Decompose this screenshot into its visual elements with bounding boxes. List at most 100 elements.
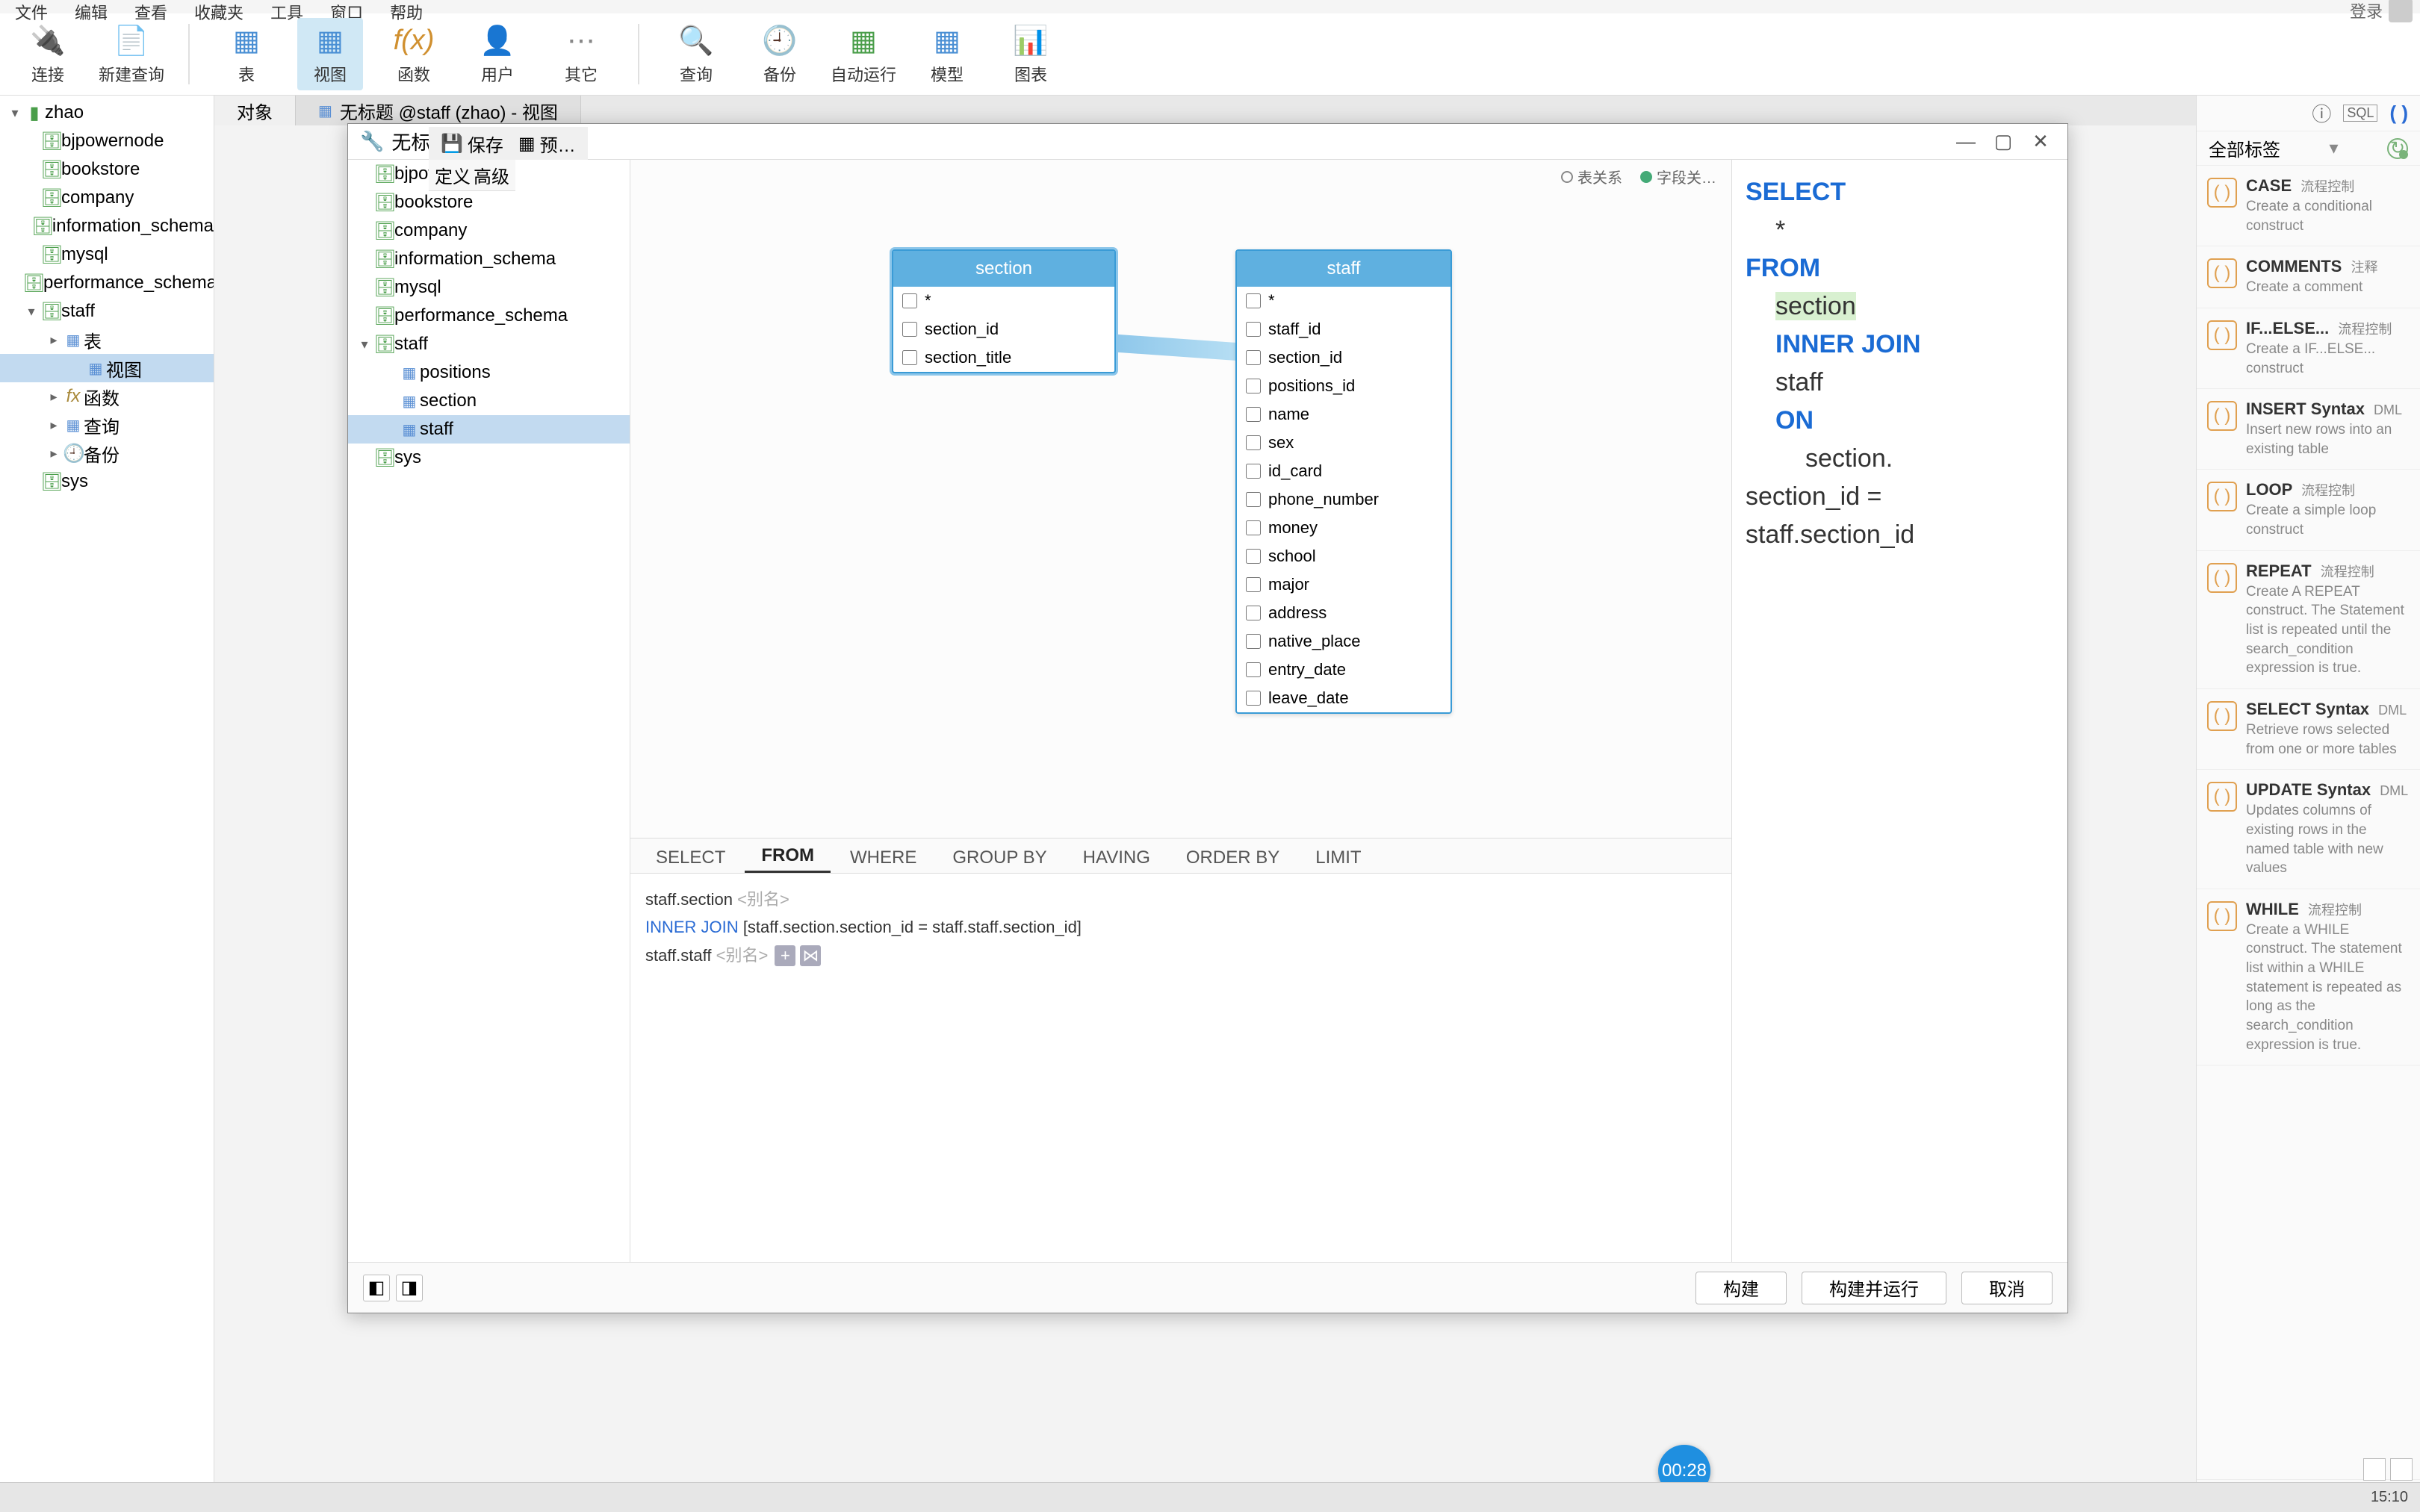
dlg-tree-db[interactable]: 🗄performance_schema [348, 302, 630, 330]
tool-new-query[interactable]: 📄新建查询 [99, 18, 164, 90]
login-area[interactable]: 登录 [2350, 0, 2413, 22]
snippet-item[interactable]: ( )COMMENTS 注释Create a comment [2197, 246, 2420, 308]
tool-view[interactable]: ▦视图 [297, 18, 363, 90]
subtab-definition[interactable]: 定义 [435, 162, 471, 188]
tree-db[interactable]: 🗄company [0, 184, 214, 212]
column-row[interactable]: * [893, 287, 1114, 315]
snippet-item[interactable]: ( )INSERT Syntax DMLInsert new rows into… [2197, 389, 2420, 470]
column-row[interactable]: positions_id [1237, 372, 1451, 400]
minimize-button[interactable]: — [1951, 127, 1981, 157]
column-checkbox[interactable] [1246, 492, 1261, 507]
column-row[interactable]: native_place [1237, 627, 1451, 656]
column-row[interactable]: section_title [893, 343, 1114, 372]
column-row[interactable]: id_card [1237, 457, 1451, 485]
menu-tools[interactable]: 工具 [270, 0, 303, 13]
tree-tables-node[interactable]: ▸▦表 [0, 326, 214, 354]
maximize-button[interactable]: ▢ [1988, 127, 2018, 157]
column-checkbox[interactable] [902, 293, 917, 308]
tree-db[interactable]: 🗄mysql [0, 240, 214, 269]
column-checkbox[interactable] [1246, 634, 1261, 649]
layout-b-button[interactable] [2390, 1458, 2413, 1481]
column-checkbox[interactable] [1246, 464, 1261, 479]
column-checkbox[interactable] [902, 322, 917, 337]
dlg-tree-table[interactable]: ▦positions [348, 358, 630, 387]
tree-functions-node[interactable]: ▸fx函数 [0, 382, 214, 411]
dlg-tree-table[interactable]: ▦section [348, 387, 630, 415]
tool-connection[interactable]: 🔌连接 [15, 18, 81, 90]
column-checkbox[interactable] [1246, 435, 1261, 450]
column-row[interactable]: entry_date [1237, 656, 1451, 684]
column-checkbox[interactable] [1246, 407, 1261, 422]
toggle-right-panel-button[interactable]: ◨ [396, 1275, 423, 1301]
clause-tab-limit[interactable]: LIMIT [1299, 843, 1377, 873]
tool-query[interactable]: 🔍查询 [663, 18, 729, 90]
clause-tab-having[interactable]: HAVING [1067, 843, 1167, 873]
add-snippet-button[interactable]: ↻ [2387, 138, 2408, 159]
menu-file[interactable]: 文件 [15, 0, 48, 13]
column-checkbox[interactable] [1246, 606, 1261, 620]
clause-tab-order-by[interactable]: ORDER BY [1170, 843, 1296, 873]
snippet-item[interactable]: ( )LOOP 流程控制Create a simple loop constru… [2197, 470, 2420, 550]
dlg-tree-db[interactable]: 🗄company [348, 217, 630, 245]
cancel-button[interactable]: 取消 [1961, 1272, 2053, 1304]
tablebox-section[interactable]: section *section_idsection_title [892, 249, 1116, 373]
snippet-item[interactable]: ( )UPDATE Syntax DMLUpdates columns of e… [2197, 770, 2420, 889]
tree-db-sys[interactable]: 🗄sys [0, 467, 214, 496]
save-button[interactable]: 💾保存 [435, 128, 509, 160]
from-clause-editor[interactable]: staff.section <别名> INNER JOIN [staff.sec… [630, 874, 1731, 1262]
tree-db[interactable]: 🗄bookstore [0, 155, 214, 184]
column-checkbox[interactable] [1246, 691, 1261, 706]
tab-untitled-view[interactable]: ▦无标题 @staff (zhao) - 视图 [296, 96, 581, 125]
tree-db[interactable]: 🗄information_schema [0, 212, 214, 240]
sql-icon[interactable]: SQL [2343, 105, 2377, 122]
tool-function[interactable]: f(x)函数 [381, 18, 447, 90]
dlg-tree-db[interactable]: 🗄sys [348, 444, 630, 472]
menu-fav[interactable]: 收藏夹 [194, 0, 243, 13]
toggle-fieldrel[interactable]: 字段关… [1640, 166, 1716, 187]
column-row[interactable]: phone_number [1237, 485, 1451, 514]
tool-model[interactable]: ▦模型 [914, 18, 980, 90]
toggle-left-panel-button[interactable]: ◧ [363, 1275, 390, 1301]
column-row[interactable]: * [1237, 287, 1451, 315]
tablebox-staff[interactable]: staff *staff_idsection_idpositions_idnam… [1235, 249, 1452, 714]
column-row[interactable]: section_id [893, 315, 1114, 343]
tree-db-staff[interactable]: ▾🗄staff [0, 297, 214, 326]
column-row[interactable]: sex [1237, 429, 1451, 457]
snippet-item[interactable]: ( )CASE 流程控制Create a conditional constru… [2197, 166, 2420, 246]
column-checkbox[interactable] [902, 350, 917, 365]
subtab-advanced[interactable]: 高级 [474, 162, 509, 188]
dlg-tree-table[interactable]: ▦staff [348, 415, 630, 444]
dialog-titlebar[interactable]: 🔧 无标题 - 视图创建工具 — ▢ ✕ [348, 124, 2067, 160]
column-checkbox[interactable] [1246, 322, 1261, 337]
column-row[interactable]: leave_date [1237, 684, 1451, 712]
column-row[interactable]: section_id [1237, 343, 1451, 372]
snippets-tag-filter[interactable]: 全部标签 ▾ ↻ [2197, 131, 2420, 166]
dlg-tree-db-staff[interactable]: ▾🗄staff [348, 330, 630, 358]
clause-tab-from[interactable]: FROM [745, 841, 831, 873]
tree-queries-node[interactable]: ▸▦查询 [0, 411, 214, 439]
tool-autorun[interactable]: ▦自动运行 [831, 18, 896, 90]
preview-button[interactable]: ▦预… [512, 128, 582, 160]
tool-backup[interactable]: 🕘备份 [747, 18, 813, 90]
close-button[interactable]: ✕ [2026, 127, 2056, 157]
tab-objects[interactable]: 对象 [214, 96, 296, 125]
column-checkbox[interactable] [1246, 379, 1261, 393]
snippet-item[interactable]: ( )REPEAT 流程控制Create A REPEAT construct.… [2197, 551, 2420, 689]
brackets-icon[interactable]: ( ) [2389, 102, 2408, 125]
tool-user[interactable]: 👤用户 [465, 18, 530, 90]
tool-other[interactable]: ⋯其它 [548, 18, 614, 90]
menu-edit[interactable]: 编辑 [75, 0, 108, 13]
column-row[interactable]: name [1237, 400, 1451, 429]
column-checkbox[interactable] [1246, 549, 1261, 564]
tree-db[interactable]: 🗄bjpowernode [0, 127, 214, 155]
tree-backup-node[interactable]: ▸🕘备份 [0, 439, 214, 467]
join-options-button[interactable]: ⋈ [800, 945, 821, 966]
build-run-button[interactable]: 构建并运行 [1802, 1272, 1946, 1304]
tree-db[interactable]: 🗄performance_schema [0, 269, 214, 297]
toggle-relations[interactable]: 表关系 [1561, 166, 1622, 187]
info-icon[interactable]: ⓘ [2312, 99, 2331, 127]
dlg-tree-db[interactable]: 🗄mysql [348, 273, 630, 302]
build-button[interactable]: 构建 [1695, 1272, 1787, 1304]
column-row[interactable]: address [1237, 599, 1451, 627]
tree-views-node[interactable]: ▦视图 [0, 354, 214, 382]
